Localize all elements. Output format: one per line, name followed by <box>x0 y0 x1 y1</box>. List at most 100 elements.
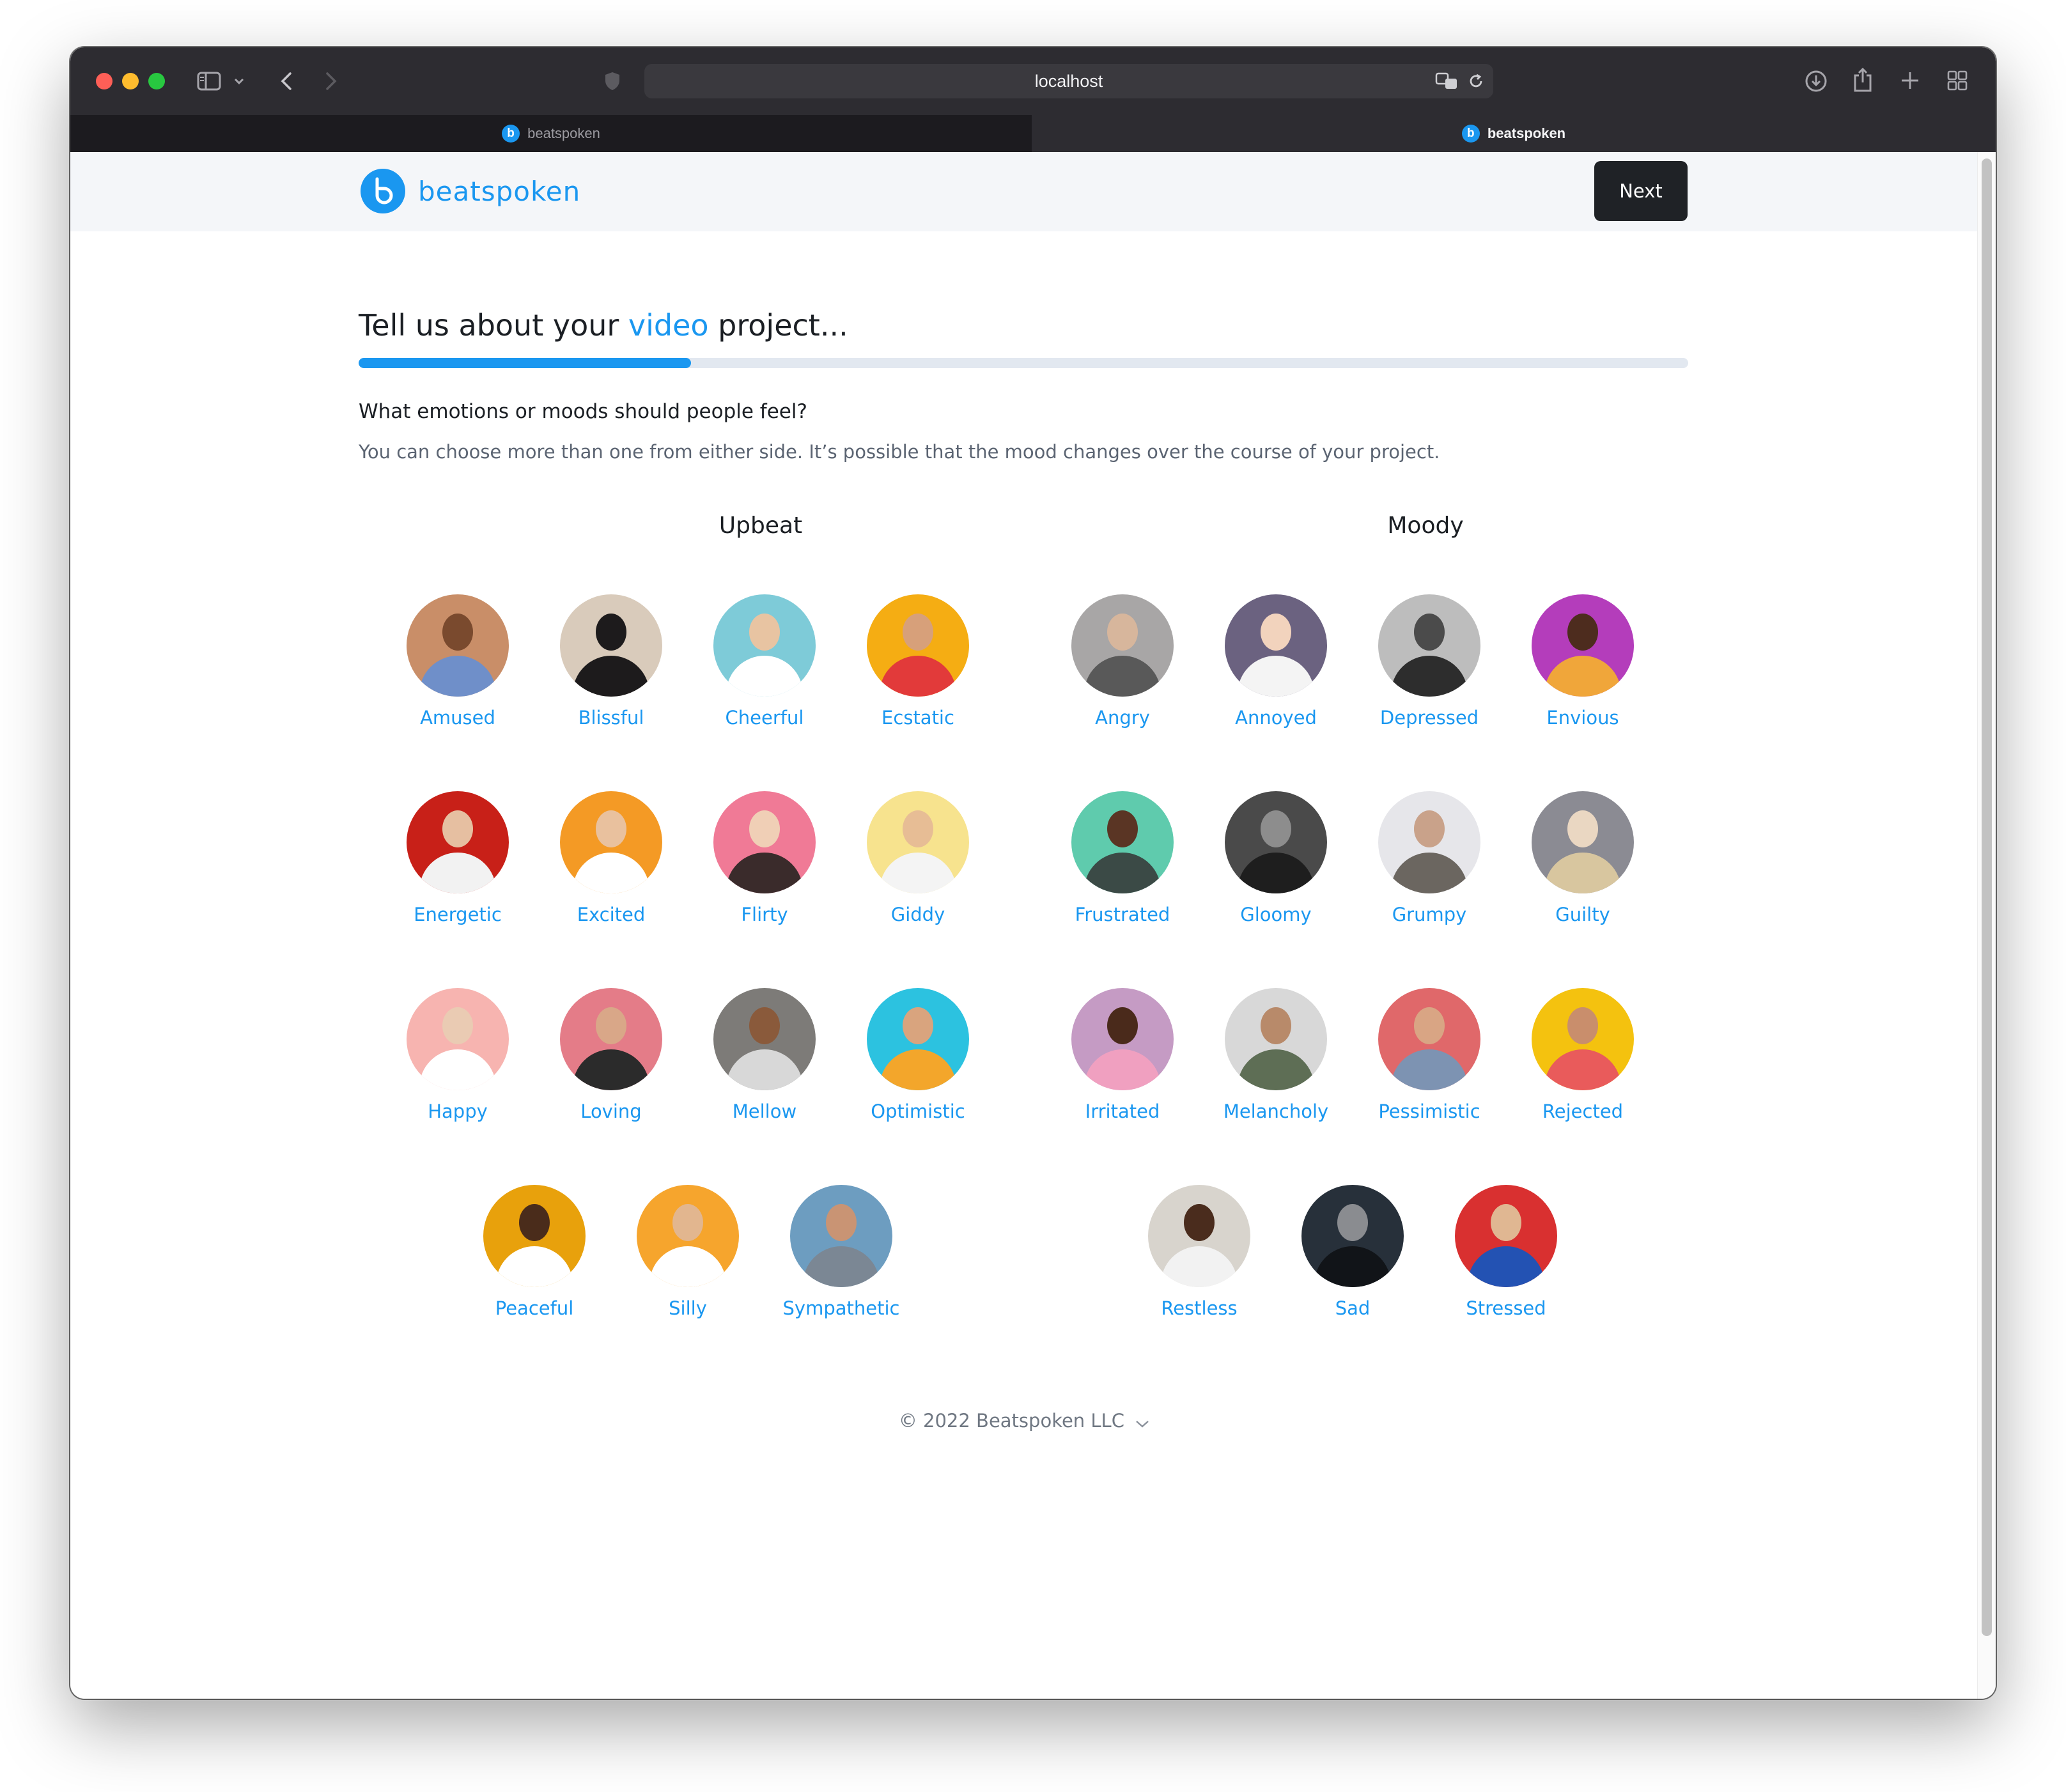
mood-label[interactable]: Energetic <box>414 904 502 925</box>
mood-label[interactable]: Annoyed <box>1235 707 1317 729</box>
new-tab-icon[interactable] <box>1897 68 1923 93</box>
mood-label[interactable]: Peaceful <box>495 1297 574 1319</box>
mood-option-happy[interactable]: Happy <box>381 988 534 1139</box>
mood-avatar-ecstatic[interactable] <box>867 594 969 697</box>
address-bar[interactable]: localhost <box>644 64 1493 98</box>
mood-label[interactable]: Pessimistic <box>1378 1101 1480 1122</box>
mood-label[interactable]: Sad <box>1335 1297 1371 1319</box>
mood-option-optimistic[interactable]: Optimistic <box>841 988 995 1139</box>
mood-option-cheerful[interactable]: Cheerful <box>688 594 841 745</box>
mood-label[interactable]: Giddy <box>891 904 945 925</box>
minimize-window-button[interactable] <box>122 73 139 89</box>
translate-icon[interactable] <box>1434 72 1460 91</box>
mood-avatar-sympathetic[interactable] <box>790 1185 892 1287</box>
mood-avatar-angry[interactable] <box>1071 594 1174 697</box>
scrollbar[interactable] <box>1977 152 1996 1699</box>
mood-label[interactable]: Envious <box>1546 707 1619 729</box>
mood-option-envious[interactable]: Envious <box>1506 594 1659 745</box>
mood-label[interactable]: Gloomy <box>1240 904 1311 925</box>
mood-option-blissful[interactable]: Blissful <box>534 594 688 745</box>
privacy-shield-icon[interactable] <box>601 69 624 93</box>
mood-option-stressed[interactable]: Stressed <box>1429 1185 1583 1336</box>
mood-option-frustrated[interactable]: Frustrated <box>1046 791 1199 942</box>
mood-avatar-pessimistic[interactable] <box>1378 988 1480 1090</box>
mood-avatar-mellow[interactable] <box>713 988 816 1090</box>
mood-label[interactable]: Guilty <box>1555 904 1610 925</box>
mood-avatar-excited[interactable] <box>560 791 662 893</box>
mood-label[interactable]: Stressed <box>1466 1297 1546 1319</box>
mood-avatar-envious[interactable] <box>1532 594 1634 697</box>
mood-option-grumpy[interactable]: Grumpy <box>1353 791 1506 942</box>
mood-option-energetic[interactable]: Energetic <box>381 791 534 942</box>
mood-avatar-guilty[interactable] <box>1532 791 1634 893</box>
mood-avatar-amused[interactable] <box>407 594 509 697</box>
scrollbar-thumb[interactable] <box>1982 158 1992 1636</box>
mood-option-rejected[interactable]: Rejected <box>1506 988 1659 1139</box>
mood-label[interactable]: Grumpy <box>1392 904 1467 925</box>
mood-option-restless[interactable]: Restless <box>1122 1185 1276 1336</box>
mood-option-annoyed[interactable]: Annoyed <box>1199 594 1353 745</box>
share-icon[interactable] <box>1850 65 1876 95</box>
mood-option-peaceful[interactable]: Peaceful <box>458 1185 611 1336</box>
mood-avatar-depressed[interactable] <box>1378 594 1480 697</box>
mood-option-irritated[interactable]: Irritated <box>1046 988 1199 1139</box>
mood-option-gloomy[interactable]: Gloomy <box>1199 791 1353 942</box>
tab-overview-icon[interactable] <box>1945 68 1970 93</box>
forward-icon[interactable] <box>320 69 343 93</box>
mood-label[interactable]: Optimistic <box>871 1101 965 1122</box>
mood-option-mellow[interactable]: Mellow <box>688 988 841 1139</box>
browser-tab[interactable]: b beatspoken <box>70 115 1032 152</box>
mood-label[interactable]: Rejected <box>1542 1101 1623 1122</box>
close-window-button[interactable] <box>96 73 113 89</box>
mood-option-silly[interactable]: Silly <box>611 1185 765 1336</box>
mood-option-giddy[interactable]: Giddy <box>841 791 995 942</box>
mood-avatar-irritated[interactable] <box>1071 988 1174 1090</box>
mood-avatar-rejected[interactable] <box>1532 988 1634 1090</box>
mood-avatar-grumpy[interactable] <box>1378 791 1480 893</box>
mood-label[interactable]: Excited <box>577 904 646 925</box>
mood-avatar-silly[interactable] <box>637 1185 739 1287</box>
mood-option-amused[interactable]: Amused <box>381 594 534 745</box>
mood-avatar-flirty[interactable] <box>713 791 816 893</box>
downloads-icon[interactable] <box>1803 68 1829 95</box>
mood-label[interactable]: Sympathetic <box>783 1297 900 1319</box>
mood-option-sympathetic[interactable]: Sympathetic <box>765 1185 918 1336</box>
mood-avatar-energetic[interactable] <box>407 791 509 893</box>
mood-avatar-blissful[interactable] <box>560 594 662 697</box>
mood-avatar-restless[interactable] <box>1148 1185 1250 1287</box>
mood-option-depressed[interactable]: Depressed <box>1353 594 1506 745</box>
mood-avatar-sad[interactable] <box>1301 1185 1404 1287</box>
mood-option-sad[interactable]: Sad <box>1276 1185 1429 1336</box>
browser-tab-active[interactable]: b beatspoken <box>1032 115 1996 152</box>
footer[interactable]: © 2022 Beatspoken LLC <box>70 1410 1978 1433</box>
mood-avatar-giddy[interactable] <box>867 791 969 893</box>
mood-label[interactable]: Ecstatic <box>882 707 954 729</box>
mood-label[interactable]: Happy <box>428 1101 488 1122</box>
mood-label[interactable]: Frustrated <box>1075 904 1170 925</box>
mood-avatar-loving[interactable] <box>560 988 662 1090</box>
mood-label[interactable]: Restless <box>1161 1297 1237 1319</box>
reload-icon[interactable] <box>1466 72 1486 91</box>
mood-option-melancholy[interactable]: Melancholy <box>1199 988 1353 1139</box>
mood-avatar-stressed[interactable] <box>1455 1185 1557 1287</box>
beatspoken-logo[interactable]: beatspoken <box>361 169 580 213</box>
mood-option-angry[interactable]: Angry <box>1046 594 1199 745</box>
mood-label[interactable]: Flirty <box>741 904 788 925</box>
mood-label[interactable]: Depressed <box>1380 707 1479 729</box>
next-button[interactable]: Next <box>1594 161 1688 221</box>
chevron-down-icon[interactable] <box>231 73 247 89</box>
mood-label[interactable]: Angry <box>1095 707 1150 729</box>
mood-option-flirty[interactable]: Flirty <box>688 791 841 942</box>
mood-avatar-frustrated[interactable] <box>1071 791 1174 893</box>
back-icon[interactable] <box>275 69 298 93</box>
mood-option-pessimistic[interactable]: Pessimistic <box>1353 988 1506 1139</box>
mood-label[interactable]: Loving <box>580 1101 641 1122</box>
mood-option-ecstatic[interactable]: Ecstatic <box>841 594 995 745</box>
sidebar-toggle-icon[interactable] <box>196 69 222 93</box>
mood-avatar-melancholy[interactable] <box>1225 988 1327 1090</box>
mood-avatar-gloomy[interactable] <box>1225 791 1327 893</box>
mood-option-loving[interactable]: Loving <box>534 988 688 1139</box>
mood-label[interactable]: Blissful <box>579 707 644 729</box>
mood-avatar-happy[interactable] <box>407 988 509 1090</box>
chevron-down-icon[interactable] <box>1135 1411 1149 1433</box>
